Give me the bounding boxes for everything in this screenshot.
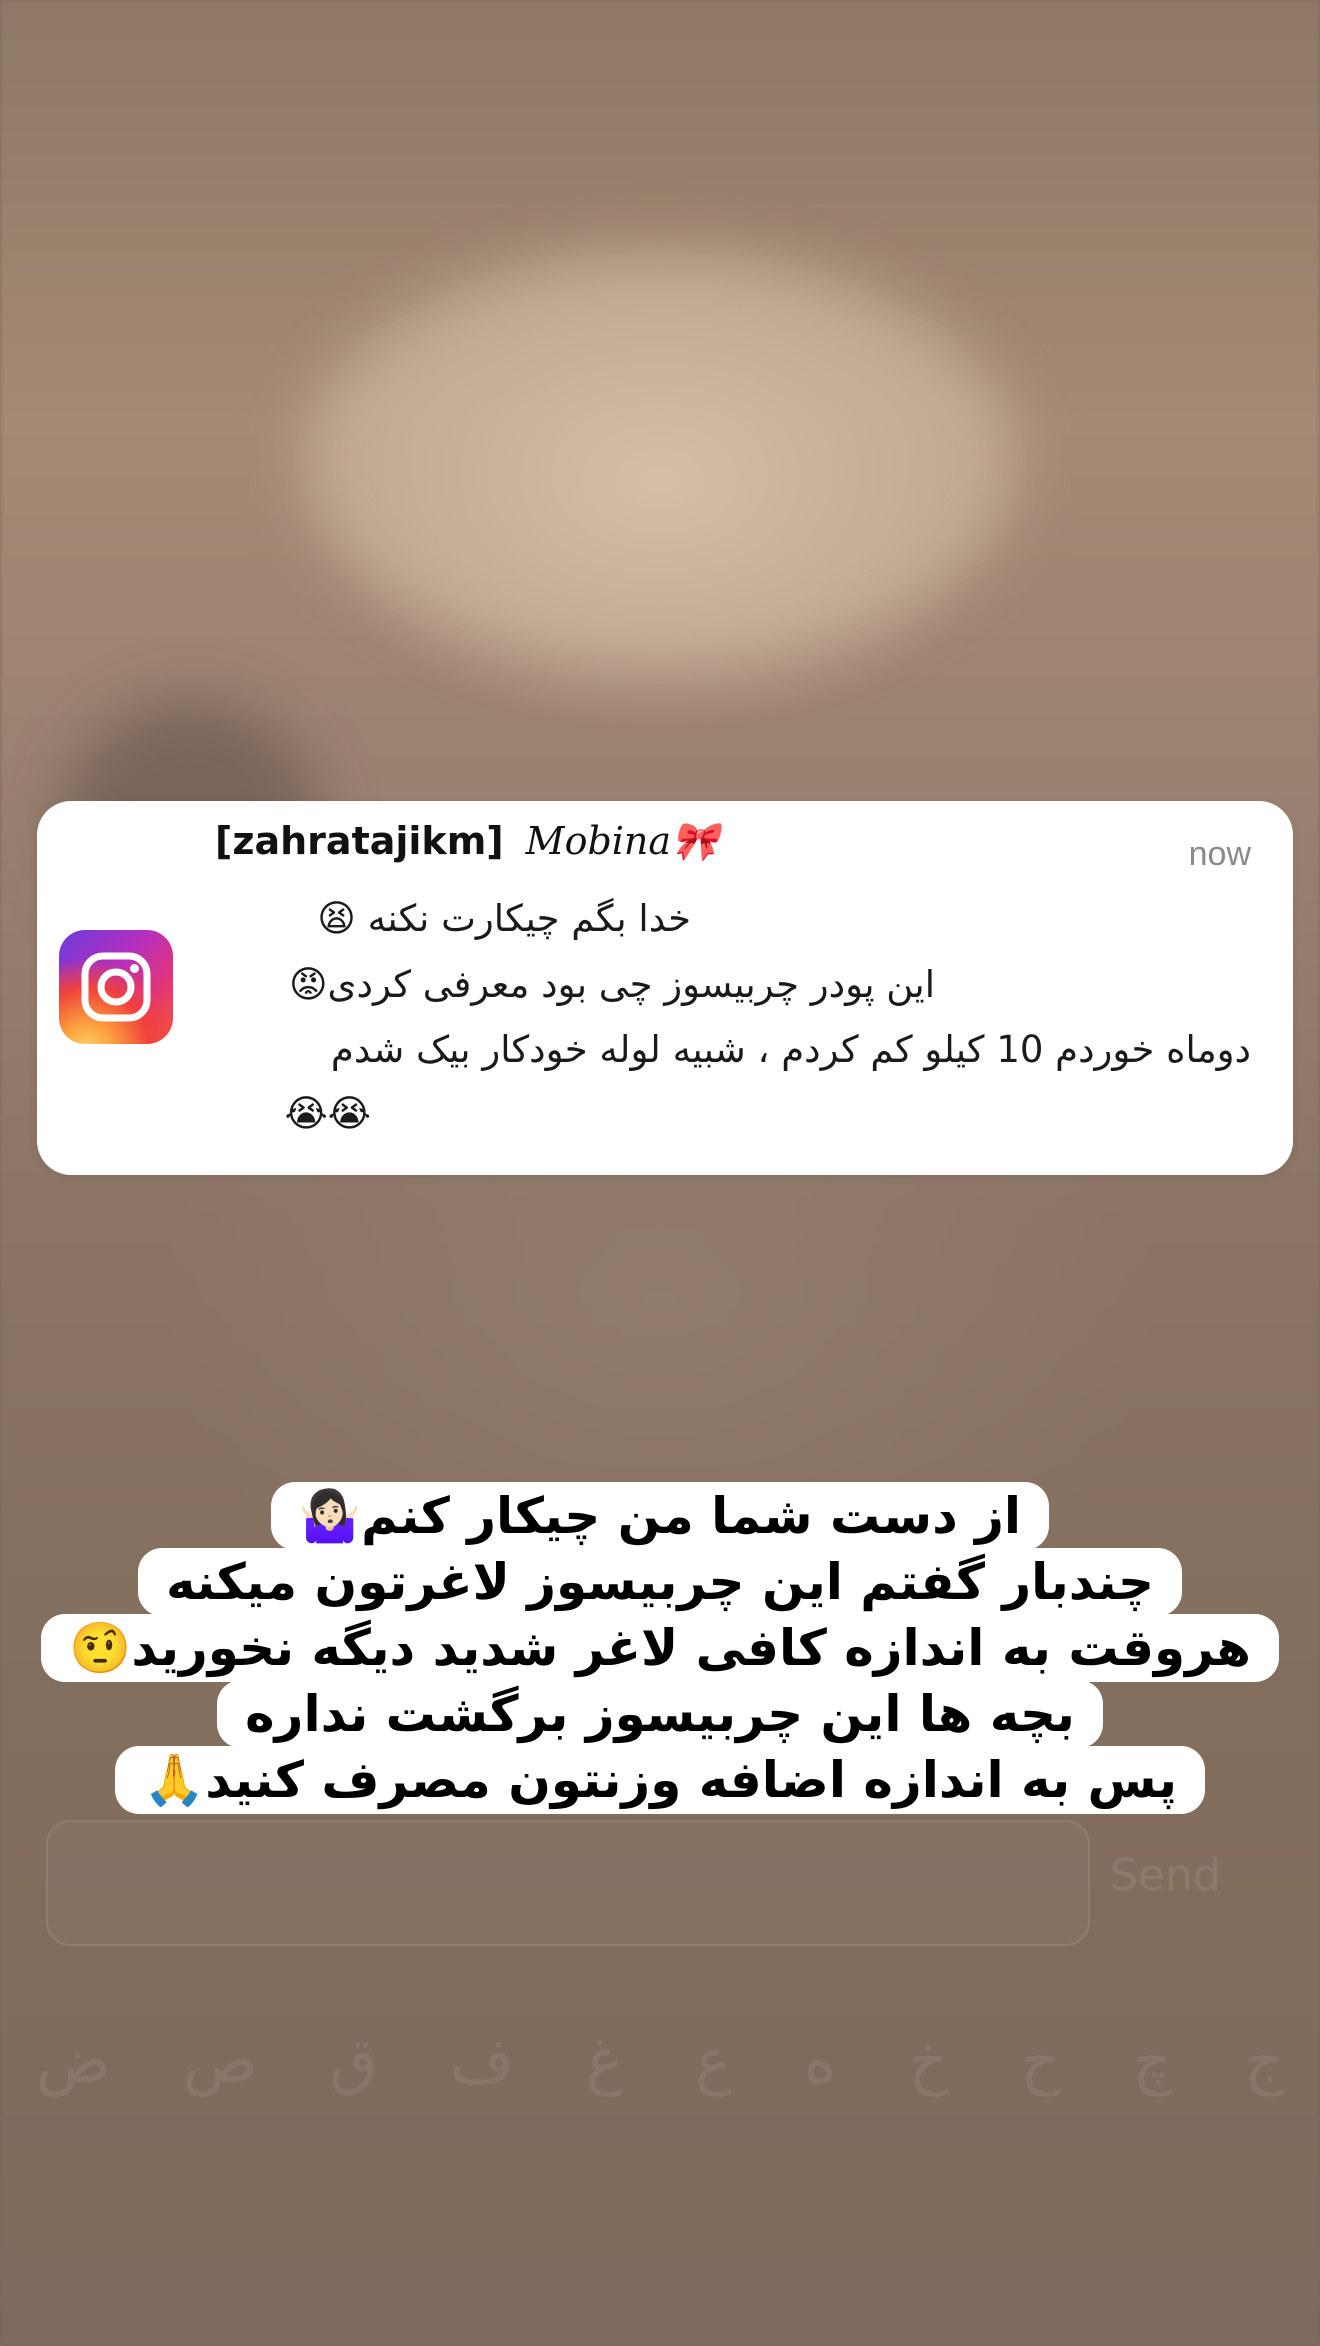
message-line-4: 😭😭 [284,1092,371,1135]
sender-nickname: Mobina🎀 [525,818,719,863]
key: ص [182,2023,258,2097]
caption-line-4: بچه ها این چربیسوز برگشت نداره [217,1680,1103,1748]
blurred-keyboard-row: ج چ ح خ ه ع غ ف ق ص ض [0,1990,1320,2130]
notification-sender: [zahratajikm] Mobina🎀 [215,811,718,871]
key: ج [1244,2023,1285,2097]
key: ق [329,2023,378,2097]
caption-line-3: هروقت به اندازه کافی لاغر شدید دیگه نخور… [41,1614,1279,1682]
blurred-message-input [46,1820,1090,1946]
key: خ [908,2023,949,2097]
key: ه [803,2023,837,2097]
key: ف [449,2023,515,2097]
message-line-3: دوماه خوردم 10 کیلو کم کردم ، شبیه لوله … [330,1028,1251,1071]
instagram-notification[interactable]: [zahratajikm] Mobina🎀 now خدا بگم چیکارت… [37,801,1293,1175]
sender-handle: [zahratajikm] [215,819,504,863]
background-highlight [300,250,1020,670]
key: غ [586,2023,623,2097]
caption-line-5: پس به اندازه اضافه وزنتون مصرف کنید🙏 [114,1746,1206,1814]
story-caption: از دست شما من چیکار کنم🤷🏻‍♀️ چندبار گفتم… [0,1482,1320,1814]
caption-line-1: از دست شما من چیکار کنم🤷🏻‍♀️ [270,1482,1050,1550]
notification-time: now [1188,835,1251,873]
blurred-send-button: Send [1110,1850,1221,1901]
instagram-icon [59,930,173,1044]
key: چ [1132,2023,1173,2097]
key: ض [36,2023,112,2097]
key: ع [694,2023,732,2097]
caption-line-2: چندبار گفتم این چربیسوز لاغرتون میکنه [137,1548,1183,1616]
key: ح [1020,2023,1061,2097]
message-line-2: این پودر چربیسوز چی بود معرفی کردی😡 [288,963,935,1006]
message-line-1: خدا بگم چیکارت نکنه 😫 [317,897,691,940]
